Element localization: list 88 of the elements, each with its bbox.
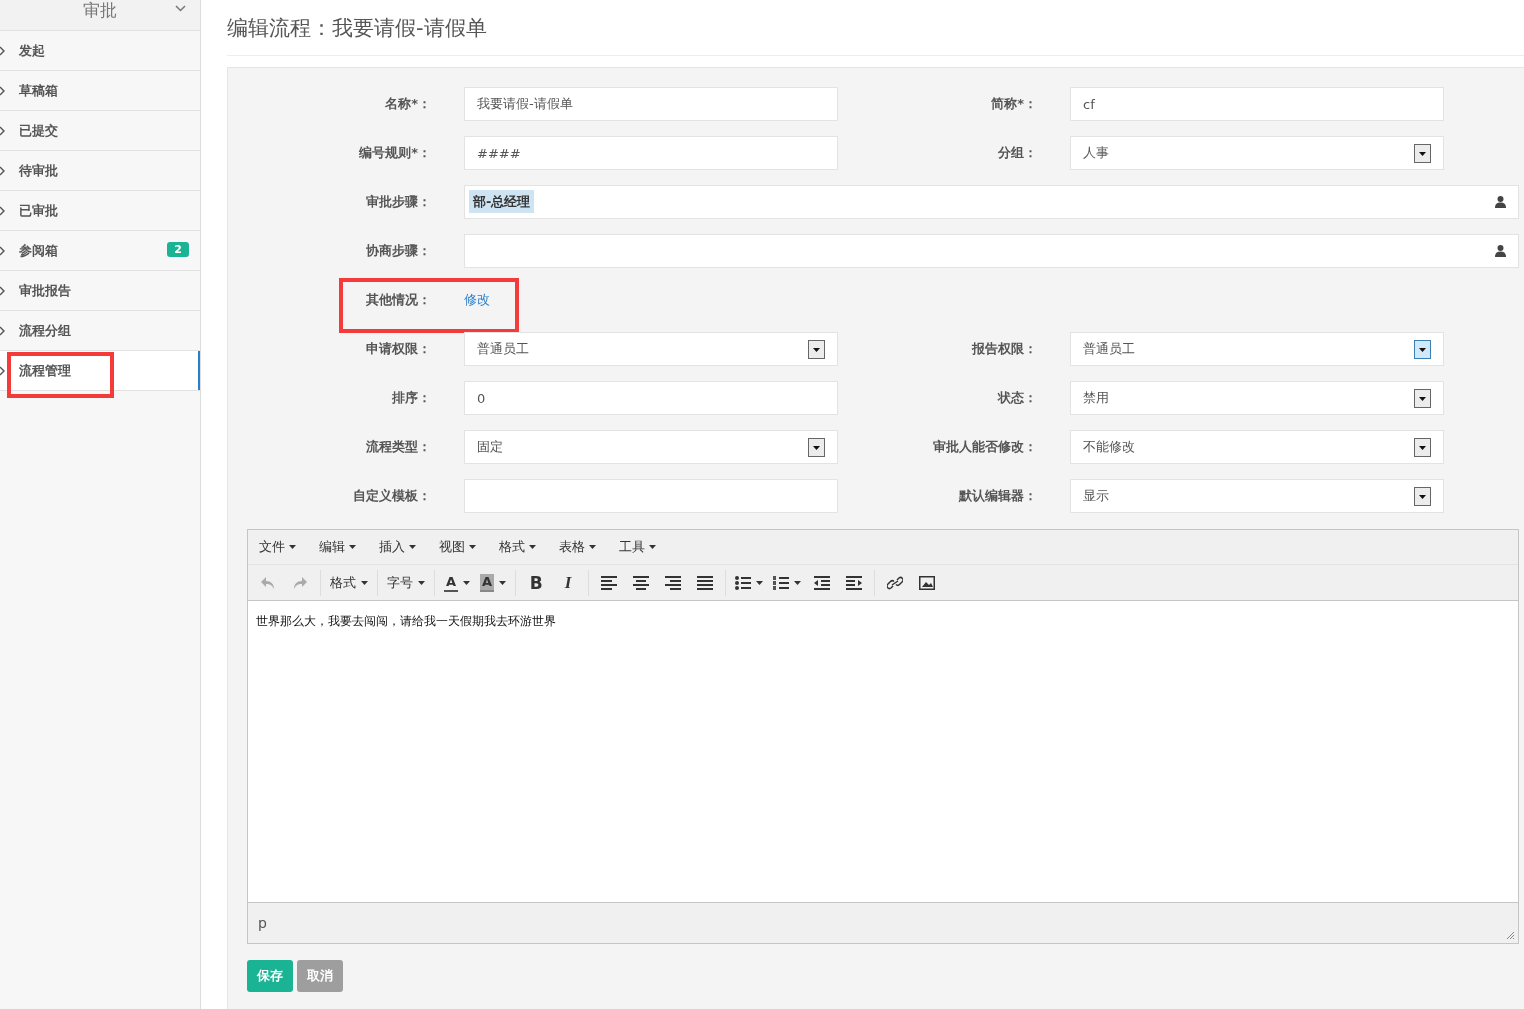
caret-icon [289, 545, 296, 549]
field-label: 排序： [391, 389, 432, 407]
field-label: 报告权限： [970, 340, 1038, 358]
field-label: 自定义模板： [352, 487, 432, 505]
caret-icon [499, 580, 507, 585]
font-size-dropdown[interactable]: 字号 [382, 568, 430, 597]
caret-icon [756, 580, 764, 585]
field-label: 审批人能否修改： [932, 438, 1038, 456]
justify-icon [697, 575, 714, 590]
field-label: 状态： [996, 389, 1038, 407]
text-field[interactable]: 我要请假-请假单 [464, 87, 838, 121]
chevron-right-icon [0, 86, 6, 96]
step-token: 部-总经理 [469, 190, 535, 213]
chevron-down-icon[interactable] [175, 5, 186, 12]
text-field[interactable]: #### [464, 136, 838, 170]
count-badge: 2 [167, 242, 189, 257]
indent-icon [846, 575, 863, 590]
chevron-right-icon [0, 326, 6, 336]
field-label: 协商步骤： [365, 242, 432, 260]
caret-icon [469, 545, 476, 549]
chevron-right-icon [0, 126, 6, 136]
outdent-icon [814, 575, 831, 590]
caret-icon [649, 545, 656, 549]
caret-icon [361, 580, 368, 585]
select-field[interactable]: 显示 [1070, 479, 1444, 513]
text-field[interactable] [464, 479, 838, 513]
field-label: 申请权限： [365, 340, 432, 358]
caret-icon [409, 545, 416, 549]
caret-icon [794, 580, 802, 585]
bullet-list-icon [735, 575, 752, 590]
select-field[interactable]: 不能修改 [1070, 430, 1444, 464]
menu-button[interactable]: 编辑 [312, 538, 363, 556]
caret-icon [529, 545, 536, 549]
caret-icon [349, 545, 356, 549]
redo-icon [293, 576, 307, 589]
select-field[interactable]: 固定 [464, 430, 838, 464]
align-left-icon [601, 575, 618, 590]
text-field[interactable]: cf [1070, 87, 1444, 121]
chevron-right-icon [0, 46, 6, 56]
field-label: 其他情况： [365, 291, 432, 309]
select-field[interactable]: 普通员工 [464, 332, 838, 366]
align-right-icon [665, 575, 682, 590]
italic-button[interactable]: I [552, 568, 585, 597]
picker-field[interactable] [464, 234, 1519, 268]
caret-icon [463, 580, 471, 585]
field-label: 编号规则*： [358, 144, 432, 162]
page-title: 编辑流程：我要请假-请假单 [227, 0, 1524, 56]
picker-field[interactable]: 部-总经理 [464, 185, 1519, 219]
chevron-right-icon [0, 166, 6, 176]
menu-button[interactable]: 工具 [612, 538, 663, 556]
caret-icon [418, 580, 425, 585]
text-color-button[interactable]: A [439, 568, 476, 597]
sidebar-item[interactable]: 流程管理 [0, 351, 200, 391]
editor-content[interactable]: 世界那么大，我要去闯闯，请给我一天假期我去环游世界 [248, 601, 1518, 902]
select-field[interactable]: 禁用 [1070, 381, 1444, 415]
resize-grip-icon[interactable] [1506, 931, 1515, 940]
field-label: 流程类型： [365, 438, 432, 456]
menu-button[interactable]: 插入 [372, 538, 423, 556]
align-center-icon [633, 575, 650, 590]
numbered-list-icon [773, 575, 790, 590]
field-label: 简称*： [990, 95, 1038, 113]
edit-link[interactable]: 修改 [464, 283, 490, 317]
chevron-right-icon [0, 246, 6, 256]
chevron-right-icon [0, 366, 6, 376]
chevron-right-icon [0, 286, 6, 296]
field-label: 审批步骤： [365, 193, 432, 211]
undo-icon [261, 576, 275, 589]
field-label: 默认编辑器： [957, 487, 1038, 505]
person-icon[interactable] [1495, 196, 1506, 208]
text-field[interactable]: 0 [464, 381, 838, 415]
select-field[interactable]: 人事 [1070, 136, 1444, 170]
element-path: p [258, 915, 267, 931]
image-icon [919, 575, 936, 590]
field-label: 分组： [997, 144, 1038, 162]
person-icon[interactable] [1495, 245, 1506, 257]
menu-button[interactable]: 格式 [492, 538, 543, 556]
field-label: 名称*： [384, 95, 432, 113]
menu-button[interactable]: 视图 [432, 538, 483, 556]
format-dropdown[interactable]: 格式 [325, 568, 373, 597]
background-color-button[interactable]: A [475, 568, 512, 597]
sidebar-title: 审批 [83, 0, 117, 20]
menu-button[interactable]: 文件 [252, 538, 303, 556]
chain-link-icon [887, 575, 904, 590]
bold-button[interactable]: B [520, 568, 553, 597]
caret-icon [589, 545, 596, 549]
menu-button[interactable]: 表格 [552, 538, 603, 556]
chevron-right-icon [0, 206, 6, 216]
select-field[interactable]: 普通员工 [1070, 332, 1444, 366]
